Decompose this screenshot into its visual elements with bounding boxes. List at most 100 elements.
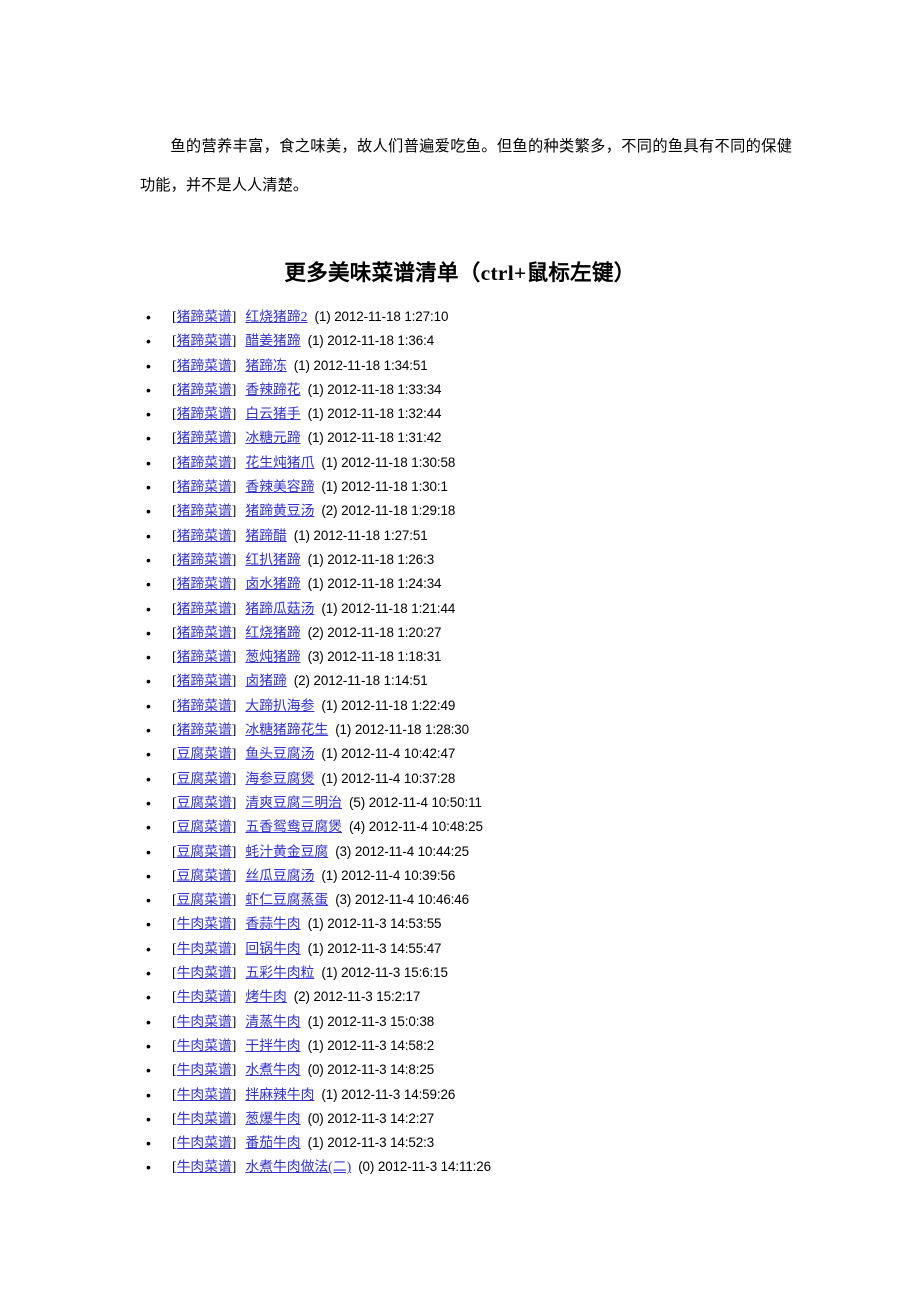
category-link[interactable]: 猪蹄菜谱 — [177, 358, 232, 373]
recipe-title-link[interactable]: 猪蹄醋 — [245, 528, 286, 543]
bracket-close: ] — [231, 479, 237, 495]
recipe-title-link[interactable]: 白云猪手 — [245, 406, 300, 421]
recipe-title-link[interactable]: 花生炖猪爪 — [245, 455, 314, 470]
category-link[interactable]: 豆腐菜谱 — [177, 892, 232, 907]
category-link[interactable]: 猪蹄菜谱 — [177, 601, 232, 616]
bracket-close: ] — [231, 503, 237, 519]
comment-count: (3) — [307, 649, 324, 665]
recipe-title-link[interactable]: 五香鸳鸯豆腐煲 — [245, 819, 342, 834]
recipe-title-link[interactable]: 水煮牛肉 — [245, 1062, 300, 1077]
category-link[interactable]: 牛肉菜谱 — [177, 989, 232, 1004]
category-link[interactable]: 牛肉菜谱 — [177, 1087, 232, 1102]
timestamp: 2012-11-18 1:26:3 — [327, 551, 435, 567]
category-link[interactable]: 猪蹄菜谱 — [177, 503, 232, 518]
bracket-close: ] — [231, 406, 237, 422]
recipe-title-link[interactable]: 鱼头豆腐汤 — [245, 746, 314, 761]
recipe-title-link[interactable]: 红烧猪蹄2 — [245, 309, 307, 324]
recipe-title-link[interactable]: 醋姜猪蹄 — [245, 333, 300, 348]
bracket-close: ] — [231, 843, 237, 859]
timestamp: 2012-11-4 10:39:56 — [341, 867, 456, 883]
recipe-title-link[interactable]: 大蹄扒海参 — [245, 698, 314, 713]
category-link[interactable]: 猪蹄菜谱 — [177, 406, 232, 421]
list-item: [猪蹄菜谱] 大蹄扒海参 (1) 2012-11-18 1:22:49 — [146, 694, 892, 719]
category-link[interactable]: 豆腐菜谱 — [177, 868, 232, 883]
recipe-title-link[interactable]: 烤牛肉 — [245, 989, 286, 1004]
recipe-title-link[interactable]: 干拌牛肉 — [245, 1038, 300, 1053]
category-link[interactable]: 豆腐菜谱 — [177, 771, 232, 786]
recipe-title-link[interactable]: 猪蹄瓜菇汤 — [245, 601, 314, 616]
recipe-title-link[interactable]: 香辣美容蹄 — [245, 479, 314, 494]
category-link[interactable]: 猪蹄菜谱 — [177, 455, 232, 470]
comment-count: (3) — [335, 892, 352, 908]
bracket-close: ] — [231, 381, 237, 397]
category-link[interactable]: 猪蹄菜谱 — [177, 722, 232, 737]
recipe-title-link[interactable]: 猪蹄冻 — [245, 358, 286, 373]
comment-count: (1) — [293, 357, 310, 373]
category-link[interactable]: 豆腐菜谱 — [177, 795, 232, 810]
timestamp: 2012-11-4 10:42:47 — [341, 746, 456, 762]
recipe-title-link[interactable]: 冰糖元蹄 — [245, 430, 300, 445]
category-link[interactable]: 牛肉菜谱 — [177, 916, 232, 931]
category-link[interactable]: 豆腐菜谱 — [177, 844, 232, 859]
category-link[interactable]: 猪蹄菜谱 — [177, 479, 232, 494]
category-link[interactable]: 猪蹄菜谱 — [177, 333, 232, 348]
timestamp: 2012-11-3 14:52:3 — [327, 1135, 435, 1151]
category-link[interactable]: 豆腐菜谱 — [177, 746, 232, 761]
category-link[interactable]: 猪蹄菜谱 — [177, 430, 232, 445]
category-link[interactable]: 猪蹄菜谱 — [177, 382, 232, 397]
list-item: [牛肉菜谱] 拌麻辣牛肉 (1) 2012-11-3 14:59:26 — [146, 1083, 892, 1108]
category-link[interactable]: 猪蹄菜谱 — [177, 698, 232, 713]
category-link[interactable]: 牛肉菜谱 — [177, 1014, 232, 1029]
category-link[interactable]: 猪蹄菜谱 — [177, 576, 232, 591]
recipe-title-link[interactable]: 卤猪蹄 — [245, 673, 286, 688]
recipe-title-link[interactable]: 葱炖猪蹄 — [245, 649, 300, 664]
category-link[interactable]: 猪蹄菜谱 — [177, 625, 232, 640]
item-meta: (2) 2012-11-3 15:2:17 — [294, 989, 421, 1004]
recipe-title-link[interactable]: 清爽豆腐三明治 — [245, 795, 342, 810]
recipe-title-link[interactable]: 猪蹄黄豆汤 — [245, 503, 314, 518]
recipe-title-link[interactable]: 冰糖猪蹄花生 — [245, 722, 328, 737]
item-meta: (0) 2012-11-3 14:8:25 — [308, 1062, 435, 1077]
recipe-title-link[interactable]: 清蒸牛肉 — [245, 1014, 300, 1029]
recipe-title-link[interactable]: 水煮牛肉做法(二) — [245, 1159, 351, 1174]
recipe-title-link[interactable]: 葱爆牛肉 — [245, 1111, 300, 1126]
recipe-title-link[interactable]: 拌麻辣牛肉 — [245, 1087, 314, 1102]
recipe-title-link[interactable]: 海参豆腐煲 — [245, 771, 314, 786]
category-link[interactable]: 牛肉菜谱 — [177, 1159, 232, 1174]
category-link[interactable]: 牛肉菜谱 — [177, 965, 232, 980]
category-link[interactable]: 牛肉菜谱 — [177, 1135, 232, 1150]
timestamp: 2012-11-4 10:44:25 — [354, 843, 469, 859]
recipe-title-link[interactable]: 回锅牛肉 — [245, 941, 300, 956]
category-link[interactable]: 猪蹄菜谱 — [177, 528, 232, 543]
recipe-title-link[interactable]: 丝瓜豆腐汤 — [245, 868, 314, 883]
timestamp: 2012-11-3 15:0:38 — [327, 1013, 435, 1029]
recipe-title-link[interactable]: 红烧猪蹄 — [245, 625, 300, 640]
category-link[interactable]: 猪蹄菜谱 — [177, 552, 232, 567]
category-link[interactable]: 豆腐菜谱 — [177, 819, 232, 834]
recipe-title-link[interactable]: 番茄牛肉 — [245, 1135, 300, 1150]
recipe-title-link[interactable]: 五彩牛肉粒 — [245, 965, 314, 980]
bracket-close: ] — [231, 527, 237, 543]
category-link[interactable]: 牛肉菜谱 — [177, 1038, 232, 1053]
category-link[interactable]: 牛肉菜谱 — [177, 941, 232, 956]
list-item: [猪蹄菜谱] 葱炖猪蹄 (3) 2012-11-18 1:18:31 — [146, 645, 892, 670]
category-link[interactable]: 牛肉菜谱 — [177, 1111, 232, 1126]
category-bracket: [猪蹄菜谱] — [172, 722, 236, 737]
item-meta: (1) 2012-11-18 1:31:42 — [308, 430, 442, 445]
category-bracket: [牛肉菜谱] — [172, 941, 236, 956]
category-link[interactable]: 猪蹄菜谱 — [177, 673, 232, 688]
category-link[interactable]: 猪蹄菜谱 — [177, 649, 232, 664]
recipe-title-link[interactable]: 卤水猪蹄 — [245, 576, 300, 591]
comment-count: (4) — [348, 819, 366, 835]
timestamp: 2012-11-3 14:53:55 — [327, 916, 442, 932]
recipe-title-link[interactable]: 虾仁豆腐蒸蛋 — [245, 892, 328, 907]
timestamp: 2012-11-3 14:59:26 — [341, 1086, 456, 1102]
recipe-title-link[interactable]: 蚝汁黄金豆腐 — [245, 844, 328, 859]
recipe-title-link[interactable]: 香辣蹄花 — [245, 382, 300, 397]
category-link[interactable]: 猪蹄菜谱 — [177, 309, 232, 324]
bracket-close: ] — [231, 454, 237, 470]
category-link[interactable]: 牛肉菜谱 — [177, 1062, 232, 1077]
comment-count: (1) — [321, 697, 338, 713]
recipe-title-link[interactable]: 香蒜牛肉 — [245, 916, 300, 931]
recipe-title-link[interactable]: 红扒猪蹄 — [245, 552, 300, 567]
